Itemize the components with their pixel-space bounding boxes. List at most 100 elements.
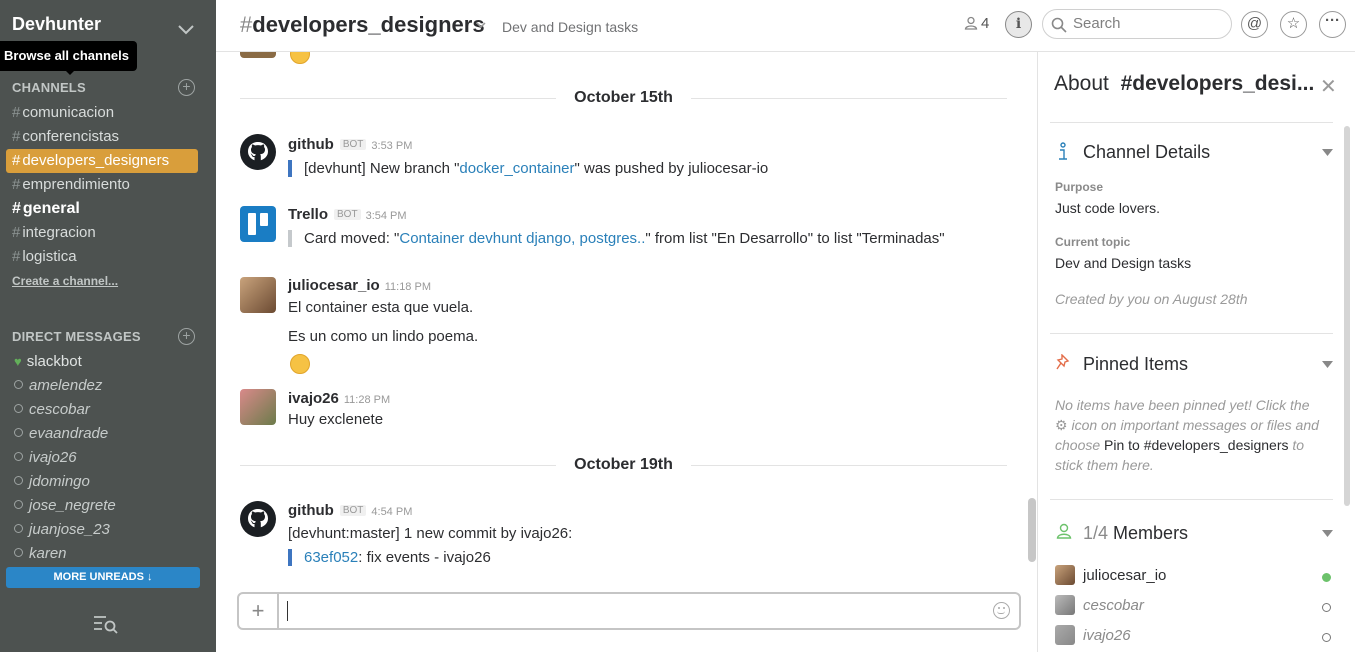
- channel-comunicacion[interactable]: # comunicacion: [0, 101, 216, 125]
- chevron-down-icon[interactable]: [476, 21, 486, 29]
- dm-evaandrade[interactable]: evaandrade: [0, 422, 216, 446]
- browse-channels-tooltip: Browse all channels: [0, 41, 137, 75]
- hash-icon: #: [12, 200, 21, 217]
- attachment-text: " was pushed by juliocesar-io: [574, 160, 769, 177]
- timestamp[interactable]: 11:18 PM: [385, 281, 431, 293]
- member-juliocesar-io[interactable]: juliocesar_io: [1083, 567, 1166, 584]
- github-avatar-icon[interactable]: [240, 134, 276, 170]
- add-dm-icon[interactable]: +: [178, 328, 195, 345]
- member-ivajo26[interactable]: ivajo26: [1083, 627, 1131, 644]
- team-name[interactable]: Devhunter: [12, 14, 101, 35]
- close-icon[interactable]: ✕: [1320, 74, 1337, 99]
- hash-icon: #: [240, 12, 253, 37]
- dm-slackbot[interactable]: ♥ slackbot: [0, 350, 216, 374]
- away-status-icon: [14, 404, 23, 413]
- dm-list: ♥ slackbot amelendez cescobar evaandrade …: [0, 350, 216, 566]
- avatar[interactable]: [240, 52, 276, 58]
- message-author[interactable]: ivajo26 11:28 PM: [288, 390, 390, 407]
- channel-integracion[interactable]: # integracion: [0, 221, 216, 245]
- channel-name: developers_designers: [252, 12, 485, 37]
- add-attachment-icon[interactable]: +: [239, 594, 279, 628]
- members-title: Members: [1113, 523, 1189, 543]
- avatar[interactable]: [1055, 625, 1075, 645]
- message-author[interactable]: github BOT 3:53 PM: [288, 136, 412, 153]
- message-text: [devhunt:master] 1 new commit by ivajo26…: [288, 525, 573, 542]
- dm-karen[interactable]: karen: [0, 542, 216, 566]
- timestamp[interactable]: 3:54 PM: [366, 210, 407, 222]
- members-header[interactable]: 1/4 Members: [1083, 523, 1188, 544]
- arrow-down-icon: ↓: [147, 571, 153, 583]
- channel-logistica[interactable]: # logistica: [0, 245, 216, 269]
- channel-info-icon[interactable]: i: [1005, 11, 1032, 38]
- channel-title[interactable]: #developers_designers: [240, 12, 485, 38]
- message-pane: October 15th github BOT 3:53 PM [devhunt] …: [216, 52, 1026, 582]
- timestamp[interactable]: 3:53 PM: [371, 140, 412, 152]
- more-unreads-button[interactable]: MORE UNREADS ↓: [6, 567, 200, 588]
- message-author[interactable]: github BOT 4:54 PM: [288, 502, 412, 519]
- channel-topic[interactable]: Dev and Design tasks: [502, 19, 638, 35]
- hash-icon: #: [12, 224, 21, 241]
- dm-label: jose_negrete: [29, 497, 116, 514]
- caret-down-icon[interactable]: [1322, 361, 1333, 368]
- user-avatar[interactable]: [240, 277, 276, 313]
- panel-scrollbar[interactable]: [1344, 126, 1350, 506]
- search-box[interactable]: [1042, 9, 1232, 39]
- github-avatar-icon[interactable]: [240, 501, 276, 537]
- panel-title-channel: #developers_desi...: [1120, 72, 1315, 95]
- branch-link[interactable]: docker_container: [459, 160, 574, 177]
- direct-messages-header[interactable]: DIRECT MESSAGES: [12, 329, 141, 344]
- avatar[interactable]: [1055, 595, 1075, 615]
- dm-ivajo26[interactable]: ivajo26: [0, 446, 216, 470]
- member-cescobar[interactable]: cescobar: [1083, 597, 1144, 614]
- channel-developers-designers[interactable]: # developers_designers: [6, 149, 198, 173]
- commit-link[interactable]: 63ef052: [304, 549, 358, 566]
- dm-label: karen: [29, 545, 67, 562]
- hash-icon: #: [12, 128, 21, 145]
- user-avatar[interactable]: [240, 389, 276, 425]
- channel-emprendimiento[interactable]: # emprendimiento: [0, 173, 216, 197]
- channel-list: # comunicacion # conferencistas # developer…: [0, 101, 216, 269]
- attachment-text: " from list "En Desarrollo" to list "Ter…: [645, 230, 945, 247]
- pinned-text: No items have been pinned yet! Click the: [1055, 397, 1310, 413]
- caret-down-icon[interactable]: [1322, 530, 1333, 537]
- person-icon: [1056, 523, 1072, 539]
- chevron-down-icon[interactable]: [176, 22, 196, 36]
- message-author[interactable]: Trello BOT 3:54 PM: [288, 206, 407, 223]
- star-icon[interactable]: ☆: [1280, 11, 1307, 38]
- channels-header[interactable]: CHANNELS: [12, 80, 86, 95]
- emoji-picker-icon[interactable]: [993, 602, 1010, 619]
- dm-jose-negrete[interactable]: jose_negrete: [0, 494, 216, 518]
- mentions-icon[interactable]: @: [1241, 11, 1268, 38]
- more-options-icon[interactable]: ···: [1319, 11, 1346, 38]
- card-link[interactable]: Container devhunt django, postgres..: [399, 230, 645, 247]
- channel-general[interactable]: # general: [0, 197, 216, 221]
- timestamp[interactable]: 11:28 PM: [344, 394, 390, 406]
- create-channel-link[interactable]: Create a channel...: [12, 274, 118, 288]
- message-text: El container esta que vuela.: [288, 299, 474, 316]
- member-count-button[interactable]: 4: [964, 15, 989, 32]
- channel-conferencistas[interactable]: # conferencistas: [0, 125, 216, 149]
- panel-title: About #developers_desi...: [1054, 72, 1314, 96]
- message-author[interactable]: juliocesar_io 11:18 PM: [288, 277, 431, 294]
- channel-details-header[interactable]: Channel Details: [1083, 142, 1210, 163]
- attachment-text: Card moved: ": [304, 230, 400, 247]
- bot-badge: BOT: [334, 209, 361, 220]
- avatar[interactable]: [1055, 565, 1075, 585]
- message-input[interactable]: [287, 601, 977, 621]
- timestamp[interactable]: 4:54 PM: [371, 506, 412, 518]
- dm-amelendez[interactable]: amelendez: [0, 374, 216, 398]
- pinned-items-header[interactable]: Pinned Items: [1083, 354, 1188, 375]
- caret-down-icon[interactable]: [1322, 149, 1333, 156]
- dm-jdomingo[interactable]: jdomingo: [0, 470, 216, 494]
- members-count: 1/4: [1083, 523, 1109, 543]
- dm-cescobar[interactable]: cescobar: [0, 398, 216, 422]
- dm-juanjose-23[interactable]: juanjose_23: [0, 518, 216, 542]
- message-scrollbar[interactable]: [1028, 498, 1036, 562]
- add-channel-icon[interactable]: +: [178, 79, 195, 96]
- search-input[interactable]: [1073, 15, 1223, 32]
- day-divider-label: October 19th: [556, 456, 691, 474]
- trello-avatar-icon[interactable]: [240, 206, 276, 242]
- message-text: Es un como un lindo poema.: [288, 328, 479, 345]
- quick-switcher-icon[interactable]: [92, 614, 120, 634]
- pin-icon: [1056, 354, 1070, 370]
